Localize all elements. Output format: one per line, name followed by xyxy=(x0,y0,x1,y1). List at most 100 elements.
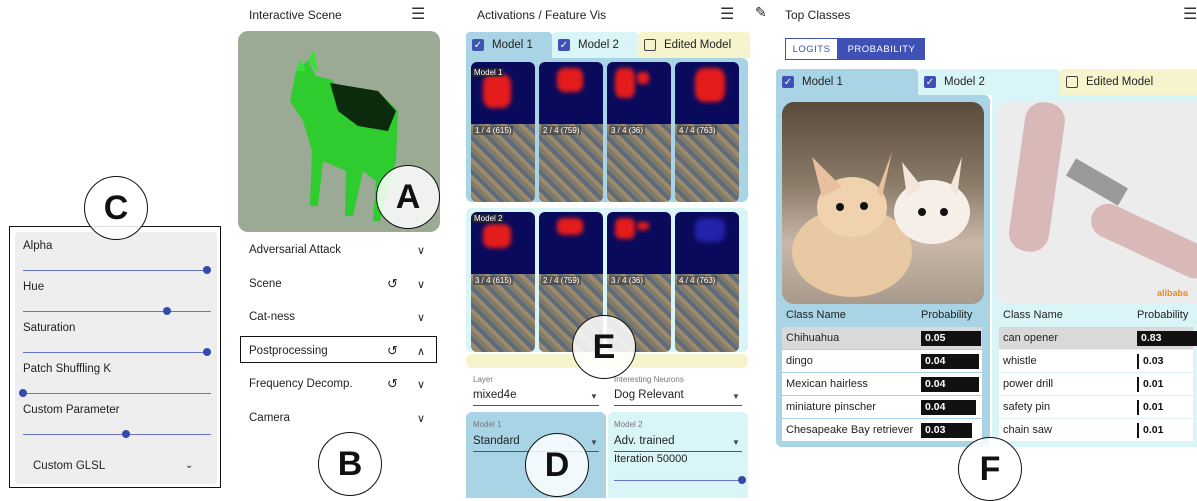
feature-visualization xyxy=(539,124,603,202)
accordion-item-4[interactable]: Frequency Decomp. ↺ ∨ xyxy=(249,374,429,394)
neuron-caption: 1 / 4 (615) xyxy=(473,126,514,135)
activation-cell[interactable]: 2 / 4 (759) xyxy=(539,62,603,202)
chevron-down-icon[interactable]: ∨ xyxy=(417,278,425,291)
custom-glsl-select[interactable]: Custom GLSL ⌄ xyxy=(33,460,193,472)
class-name-header: Class Name xyxy=(1003,309,1063,321)
top-classes-menu-icon[interactable]: ☰ xyxy=(1183,7,1197,23)
probability-bar: 0.04 xyxy=(921,400,976,415)
iteration-slider-knob[interactable] xyxy=(738,476,746,484)
activation-tab-0[interactable]: ✓ Model 1 xyxy=(466,32,552,58)
slider-track[interactable] xyxy=(23,270,211,271)
class-name: power drill xyxy=(1003,378,1054,390)
activation-hotspot xyxy=(637,222,649,231)
checkbox-unchecked-icon[interactable] xyxy=(1066,76,1078,88)
accordion-item-5[interactable]: Camera ∨ xyxy=(249,408,429,428)
iteration-slider-track[interactable] xyxy=(614,480,742,481)
class-name: safety pin xyxy=(1003,401,1051,413)
accordion-label: Cat-ness xyxy=(249,311,296,323)
probability-bar: 0.04 xyxy=(921,354,980,369)
probability-header: Probability xyxy=(921,309,973,321)
slider-label: Saturation xyxy=(23,322,76,334)
activation-heatmap xyxy=(607,212,671,274)
neuron-caption: 3 / 4 (36) xyxy=(609,276,646,285)
accordion-item-2[interactable]: Cat-ness ∨ xyxy=(249,307,429,327)
slider-knob[interactable] xyxy=(162,307,171,315)
activation-heatmap xyxy=(539,62,603,124)
neurons-select[interactable]: Dog Relevant xyxy=(614,389,684,401)
model2-train-select[interactable]: Adv. trained xyxy=(614,435,675,447)
caret-down-icon: ▼ xyxy=(732,392,740,401)
caret-down-icon: ▼ xyxy=(590,392,598,401)
slider-track[interactable] xyxy=(23,352,211,353)
chevron-down-icon[interactable]: ∨ xyxy=(417,378,425,391)
class-name: dingo xyxy=(786,355,813,367)
neuron-caption: 3 / 4 (615) xyxy=(473,276,514,285)
logits-toggle[interactable]: LOGITS xyxy=(785,38,838,60)
slider-knob[interactable] xyxy=(203,348,211,356)
accordion-item-1[interactable]: Scene ↺ ∨ xyxy=(249,274,429,294)
slider-knob[interactable] xyxy=(203,266,211,274)
probability-bar: 0.03 xyxy=(921,423,972,438)
reset-icon[interactable]: ↺ xyxy=(387,276,398,292)
tab-label: Model 2 xyxy=(578,39,619,51)
custom-glsl-label: Custom GLSL xyxy=(33,460,106,472)
activations-menu-icon[interactable]: ☰ xyxy=(720,7,734,23)
chevron-down-icon[interactable]: ∨ xyxy=(417,244,425,257)
probability-bar: 0.01 xyxy=(1137,377,1177,392)
activation-hotspot xyxy=(483,224,511,248)
grid-tag-model1: Model 1 xyxy=(472,68,505,77)
reset-icon[interactable]: ↺ xyxy=(387,376,398,392)
panel-label-e: E xyxy=(572,315,636,379)
activation-tab-2[interactable]: Edited Model xyxy=(638,32,750,58)
model2-config-label: Model 2 xyxy=(614,420,643,429)
chevron-down-icon[interactable]: ∨ xyxy=(417,311,425,324)
neuron-caption: 4 / 4 (763) xyxy=(677,276,718,285)
slider-label: Custom Parameter xyxy=(23,404,120,416)
slider-track[interactable] xyxy=(23,311,211,312)
tab-label: Model 1 xyxy=(492,39,533,51)
activation-hotspot xyxy=(637,72,649,84)
class-tab-0[interactable]: ✓ Model 1 xyxy=(776,69,918,95)
activation-cell[interactable]: 4 / 4 (763) xyxy=(675,62,739,202)
accordion-item-0[interactable]: Adversarial Attack ∨ xyxy=(249,240,429,260)
tab-label: Model 1 xyxy=(802,76,843,88)
activation-cell[interactable]: 3 / 4 (36) xyxy=(607,62,671,202)
panel-label-a: A xyxy=(376,165,440,229)
grid-tag-model2: Model 2 xyxy=(472,214,505,223)
class-tab-1[interactable]: ✓ Model 2 xyxy=(918,69,1060,95)
scene-menu-icon[interactable]: ☰ xyxy=(411,7,425,23)
slider-track[interactable] xyxy=(23,434,211,435)
probability-bar: 0.03 xyxy=(1137,354,1177,369)
activation-hotspot xyxy=(557,68,583,92)
activation-cell[interactable]: 3 / 4 (615) xyxy=(471,212,535,352)
model1-config-label: Model 1 xyxy=(473,420,502,429)
chevron-down-icon: ⌄ xyxy=(185,460,194,471)
checkbox-checked-icon[interactable]: ✓ xyxy=(558,39,570,51)
checkbox-checked-icon[interactable]: ✓ xyxy=(782,76,794,88)
slider-knob[interactable] xyxy=(19,389,27,397)
class-tab-2[interactable]: Edited Model xyxy=(1060,69,1197,95)
model1-train-select[interactable]: Standard xyxy=(473,435,520,447)
layer-select[interactable]: mixed4e xyxy=(473,389,516,401)
activation-cell[interactable]: 1 / 4 (615) xyxy=(471,62,535,202)
slider-track[interactable] xyxy=(23,393,211,394)
slider-knob[interactable] xyxy=(122,430,131,438)
checkbox-checked-icon[interactable]: ✓ xyxy=(924,76,936,88)
activation-hotspot xyxy=(615,218,635,239)
activation-cell[interactable]: 4 / 4 (763) xyxy=(675,212,739,352)
activation-hotspot xyxy=(695,218,725,242)
model2-underline xyxy=(614,451,742,452)
slider-group: Custom GLSL ⌄ Alpha Hue Saturation Patch Sh… xyxy=(15,232,217,484)
checkbox-checked-icon[interactable]: ✓ xyxy=(472,39,484,51)
activation-tab-1[interactable]: ✓ Model 2 xyxy=(552,32,638,58)
feature-visualization xyxy=(471,124,535,202)
scene-title: Interactive Scene xyxy=(249,8,342,22)
input-image-chihuahua xyxy=(782,102,984,304)
pencil-icon[interactable]: ✎ xyxy=(755,4,767,21)
checkbox-unchecked-icon[interactable] xyxy=(644,39,656,51)
activation-hotspot xyxy=(615,68,635,98)
chevron-down-icon[interactable]: ∨ xyxy=(417,412,425,425)
class-name: whistle xyxy=(1003,355,1037,367)
probability-toggle[interactable]: PROBABILITY xyxy=(838,38,925,60)
probability-bar: 0.04 xyxy=(921,377,980,392)
